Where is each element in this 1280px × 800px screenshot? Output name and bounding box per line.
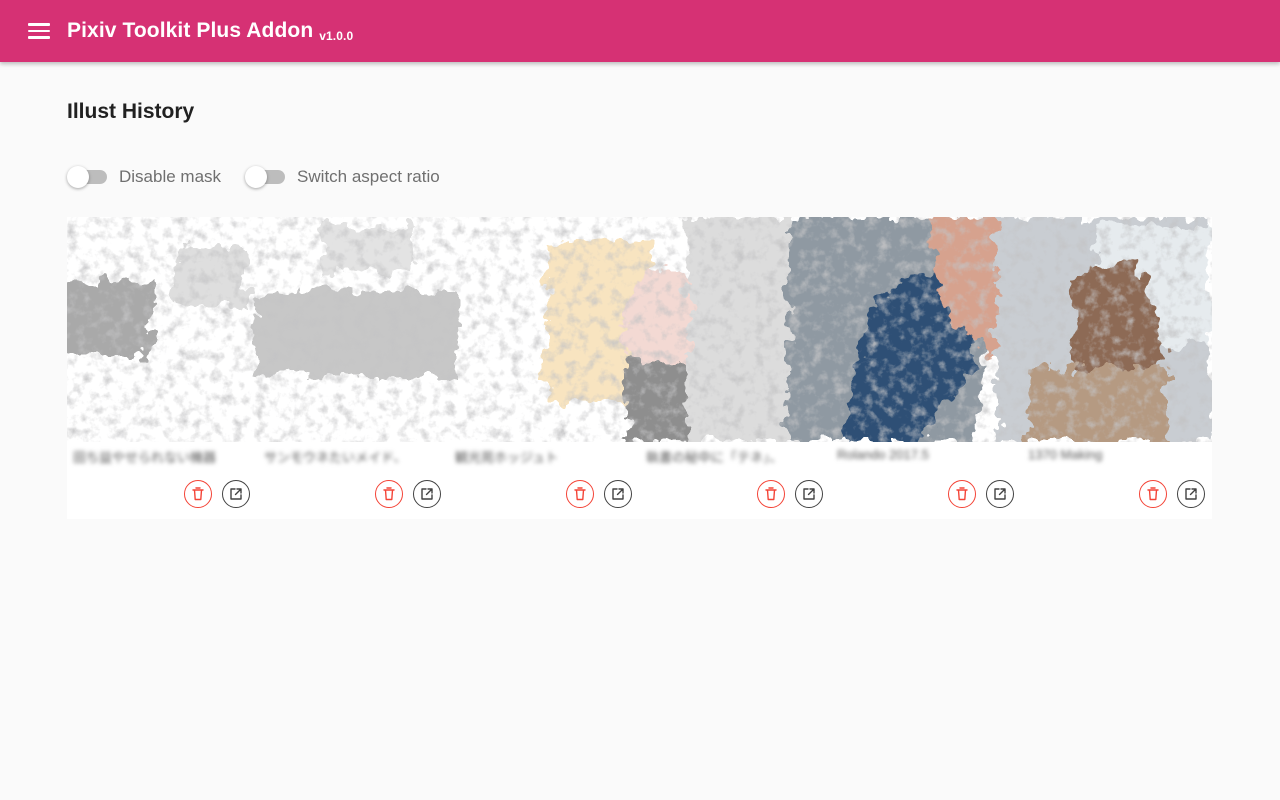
open-in-new-icon [421,488,433,500]
delete-button[interactable] [375,480,403,508]
illust-title[interactable]: 執書の秘中に「テネ」、 [646,447,826,463]
menu-icon[interactable] [28,19,52,43]
illust-card: Rolando 2017.5 [831,217,1022,519]
trash-icon [574,487,586,501]
app-title-text: Pixiv Toolkit Plus Addon [67,19,314,42]
illust-title[interactable]: サンモウネたいメイド、 [264,447,444,463]
card-actions [375,480,441,508]
trash-icon [192,487,204,501]
disable-mask-label: Disable mask [119,167,222,186]
app-version: v1.0.0 [319,29,354,43]
illust-card: 田ち益やせられない機器 [67,217,258,519]
illust-card: 観光苑ホッジュト [449,217,640,519]
illust-gallery: 田ち益やせられない機器 サンモウネたいメイド、 観光苑ホッジュト 執書の秘中に「… [67,217,1212,519]
illust-title[interactable]: Rolando 2017.5 [837,447,1017,463]
trash-icon [956,487,968,501]
open-button[interactable] [1177,480,1205,508]
card-actions [566,480,632,508]
delete-button[interactable] [566,480,594,508]
illust-card: 1370 Making [1022,217,1212,519]
disable-mask-switch[interactable] [67,166,107,188]
app-title: Pixiv Toolkit Plus Addon v1.0.0 [67,19,353,43]
illust-card: 執書の秘中に「テネ」、 [640,217,831,519]
open-in-new-icon [1185,488,1197,500]
delete-button[interactable] [948,480,976,508]
delete-button[interactable] [184,480,212,508]
open-button[interactable] [222,480,250,508]
switch-aspect-ratio-label: Switch aspect ratio [297,167,440,186]
open-button[interactable] [986,480,1014,508]
delete-button[interactable] [757,480,785,508]
switch-thumb[interactable] [245,166,268,188]
illust-title[interactable]: 1370 Making [1028,447,1208,463]
open-button[interactable] [795,480,823,508]
open-in-new-icon [994,488,1006,500]
disable-mask-toggle[interactable]: Disable mask [67,166,221,188]
trash-icon [383,487,395,501]
switch-aspect-ratio-toggle[interactable]: Switch aspect ratio [245,166,440,188]
open-in-new-icon [803,488,815,500]
trash-icon [1147,487,1159,501]
page-title: Illust History [67,100,195,123]
toggle-bar: Disable mask Switch aspect ratio [67,166,464,188]
card-actions [757,480,823,508]
app-bar: Pixiv Toolkit Plus Addon v1.0.0 [0,0,1280,62]
illust-title[interactable]: 観光苑ホッジュト [455,447,635,463]
open-button[interactable] [604,480,632,508]
card-actions [184,480,250,508]
switch-aspect-ratio-switch[interactable] [245,166,286,188]
illust-title[interactable]: 田ち益やせられない機器 [73,447,253,463]
open-button[interactable] [413,480,441,508]
delete-button[interactable] [1139,480,1167,508]
trash-icon [765,487,777,501]
open-in-new-icon [230,488,242,500]
open-in-new-icon [612,488,624,500]
illust-card: サンモウネたいメイド、 [258,217,449,519]
card-actions [1139,480,1205,508]
card-actions [948,480,1014,508]
switch-thumb[interactable] [67,166,89,188]
